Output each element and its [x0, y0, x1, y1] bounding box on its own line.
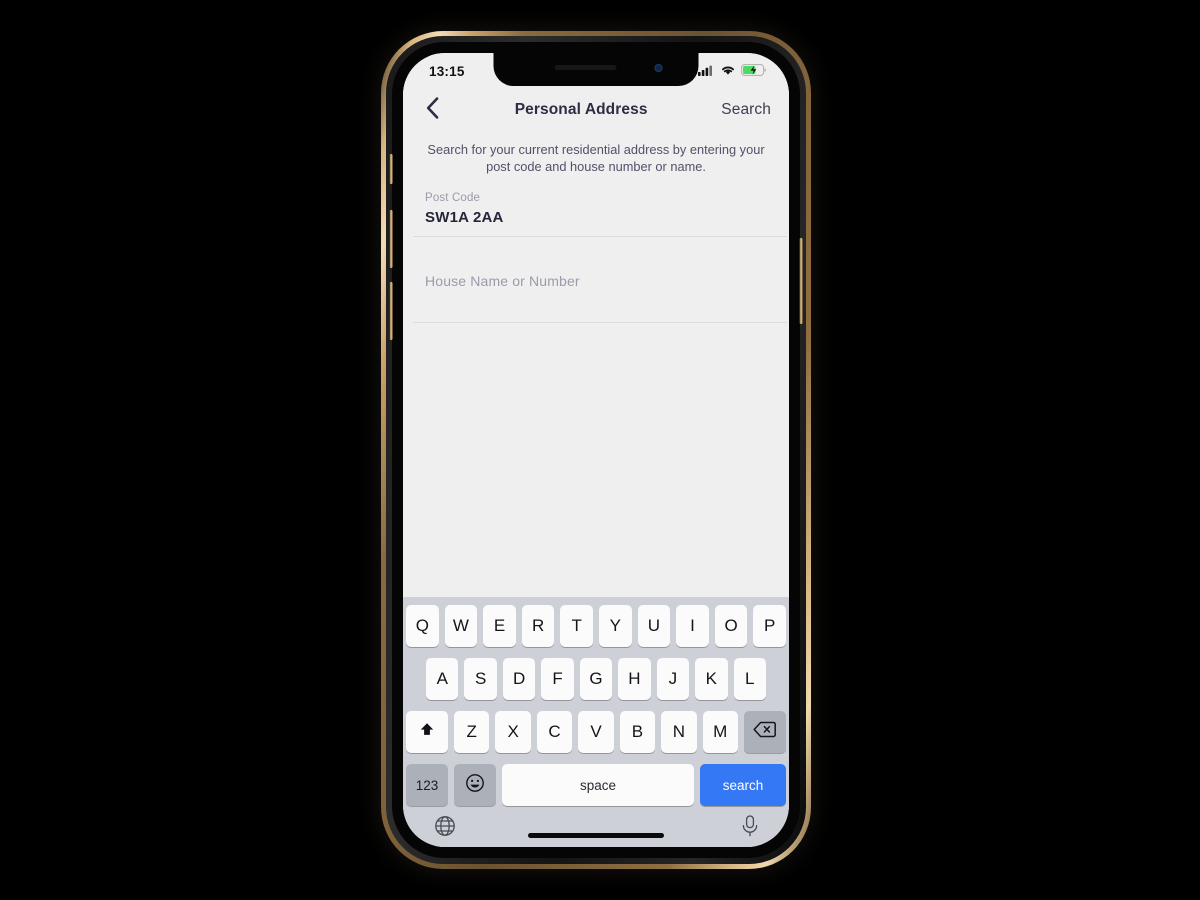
- house-name-or-number-field[interactable]: House Name or Number: [403, 237, 789, 323]
- backspace-key[interactable]: [743, 711, 786, 753]
- key-b[interactable]: B: [619, 711, 656, 753]
- space-key[interactable]: space: [502, 764, 694, 806]
- device-notch: [493, 53, 699, 86]
- globe-language-icon[interactable]: [433, 814, 457, 843]
- key-c[interactable]: C: [536, 711, 573, 753]
- key-n[interactable]: N: [661, 711, 697, 753]
- key-j[interactable]: J: [656, 658, 690, 700]
- key-x[interactable]: X: [495, 711, 531, 753]
- emoji-smiley-icon: [465, 773, 485, 798]
- key-m[interactable]: M: [702, 711, 738, 753]
- keyboard-row-4: 123 space search: [403, 764, 789, 806]
- emoji-key[interactable]: [454, 764, 496, 806]
- address-form: Post Code SW1A 2AA House Name or Number: [403, 181, 789, 323]
- key-y[interactable]: Y: [599, 605, 632, 647]
- key-e[interactable]: E: [483, 605, 516, 647]
- instructions-text: Search for your current residential addr…: [403, 133, 789, 176]
- shift-arrow-icon: [418, 721, 436, 744]
- chevron-left-icon: [426, 96, 439, 124]
- backspace-delete-icon: [753, 721, 777, 743]
- volume-up-button[interactable]: [389, 210, 393, 268]
- navigation-bar: Personal Address Search: [403, 87, 789, 133]
- front-camera-icon: [654, 64, 663, 72]
- key-p[interactable]: P: [753, 605, 786, 647]
- key-d[interactable]: D: [502, 658, 536, 700]
- key-z[interactable]: Z: [454, 711, 490, 753]
- key-s[interactable]: S: [464, 658, 497, 700]
- home-indicator[interactable]: [528, 833, 664, 838]
- search-return-key[interactable]: search: [700, 764, 786, 806]
- key-r[interactable]: R: [521, 605, 555, 647]
- key-t[interactable]: T: [560, 605, 593, 647]
- status-bar-time: 13:15: [429, 64, 465, 79]
- cellular-signal-icon: [698, 63, 715, 81]
- search-action-button[interactable]: Search: [721, 101, 789, 119]
- key-h[interactable]: H: [618, 658, 651, 700]
- key-k[interactable]: K: [695, 658, 728, 700]
- keyboard-row-2: A S D F G H J K L: [403, 658, 789, 700]
- volume-down-button[interactable]: [389, 282, 393, 340]
- shift-key[interactable]: [406, 711, 449, 753]
- key-g[interactable]: G: [579, 658, 613, 700]
- page-title: Personal Address: [514, 101, 648, 118]
- key-f[interactable]: F: [541, 658, 574, 700]
- status-bar-indicators: [698, 60, 767, 81]
- phone-bezel: 13:15 Personal Address Search Search for…: [389, 42, 803, 858]
- phone-screen: 13:15 Personal Address Search Search for…: [403, 53, 789, 847]
- house-name-or-number-input[interactable]: House Name or Number: [425, 251, 767, 314]
- post-code-field[interactable]: Post Code SW1A 2AA: [403, 181, 789, 237]
- key-v[interactable]: V: [578, 711, 614, 753]
- power-button[interactable]: [799, 238, 803, 324]
- keyboard-row-3: Z X C V B N M: [403, 711, 789, 753]
- key-a[interactable]: A: [426, 658, 459, 700]
- post-code-label: Post Code: [425, 192, 481, 204]
- keyboard-bottom-bar: [403, 806, 789, 847]
- phone-frame-inner-bevel: 13:15 Personal Address Search Search for…: [386, 36, 806, 864]
- key-q[interactable]: Q: [406, 605, 439, 647]
- post-code-input[interactable]: SW1A 2AA: [425, 209, 767, 228]
- phone-device-frame: 13:15 Personal Address Search Search for…: [381, 31, 811, 869]
- mute-switch-button[interactable]: [389, 154, 393, 184]
- key-l[interactable]: L: [733, 658, 766, 700]
- numbers-key[interactable]: 123: [406, 764, 448, 806]
- key-w[interactable]: W: [444, 605, 478, 647]
- keyboard-row-1: Q W E R T Y U I O P: [403, 605, 789, 647]
- microphone-dictation-icon[interactable]: [739, 814, 761, 843]
- key-i[interactable]: I: [676, 605, 709, 647]
- key-o[interactable]: O: [714, 605, 748, 647]
- wifi-icon: [720, 63, 736, 81]
- screenshot-canvas: 13:15 Personal Address Search Search for…: [0, 0, 1200, 900]
- earpiece-speaker: [554, 65, 616, 70]
- battery-charging-icon: [741, 63, 767, 81]
- key-u[interactable]: U: [637, 605, 671, 647]
- onscreen-keyboard[interactable]: Q W E R T Y U I O P A S D F G H J K L Z …: [403, 597, 789, 847]
